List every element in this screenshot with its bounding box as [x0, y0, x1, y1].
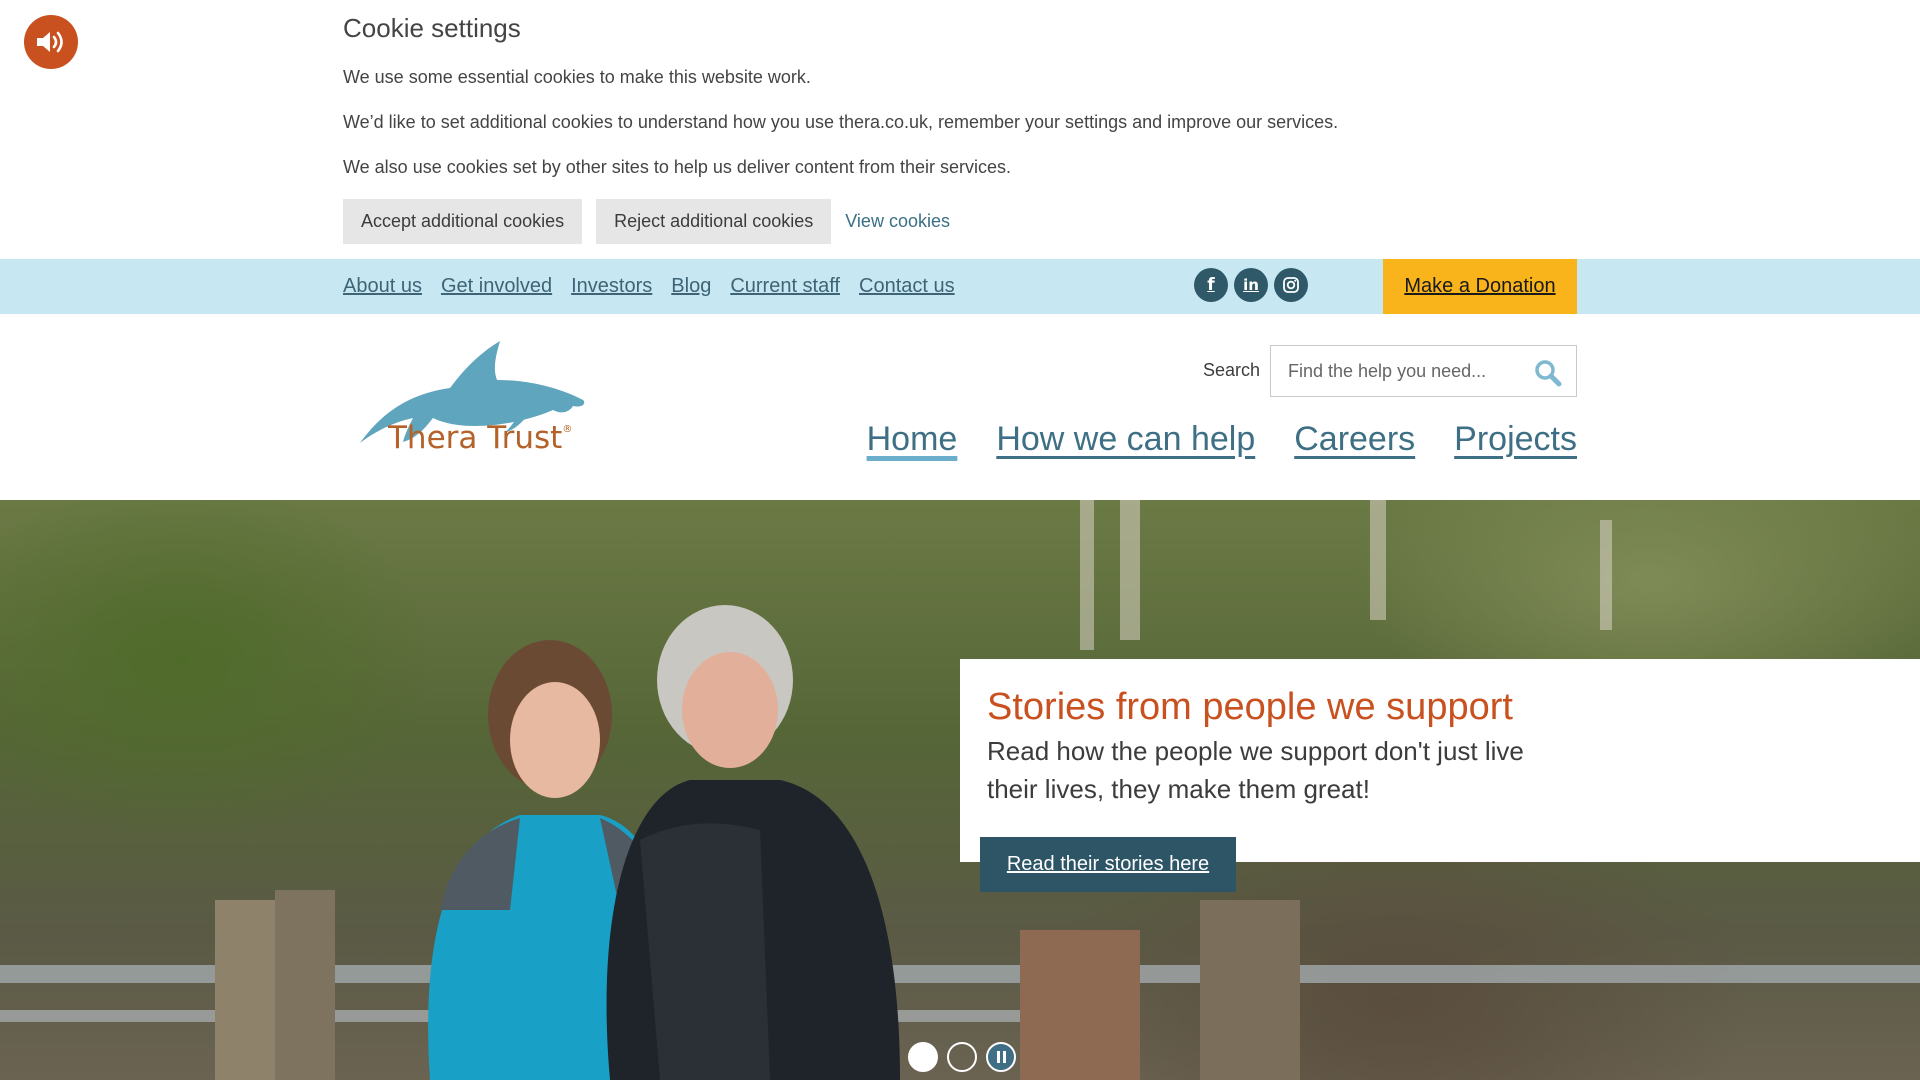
- nav-link-investors[interactable]: Investors: [571, 275, 652, 298]
- story-card: Stories from people we support Read how …: [960, 659, 1920, 862]
- cookie-title: Cookie settings: [343, 13, 521, 43]
- cookie-text-additional: We’d like to set additional cookies to u…: [343, 112, 1339, 132]
- search-input[interactable]: [1271, 346, 1511, 396]
- linkedin-icon[interactable]: in: [1234, 268, 1268, 302]
- search-icon[interactable]: [1534, 359, 1562, 387]
- nav-link-blog[interactable]: Blog: [671, 275, 711, 298]
- nav-link-contact-us[interactable]: Contact us: [859, 275, 955, 298]
- donate-button[interactable]: Make a Donation: [1383, 259, 1577, 314]
- hero-carousel: Stories from people we support Read how …: [0, 500, 1920, 1080]
- instagram-icon[interactable]: [1274, 268, 1308, 302]
- main-nav-home[interactable]: Home: [867, 420, 958, 459]
- carousel-dot-2[interactable]: [947, 1042, 977, 1072]
- main-nav-how-we-can-help[interactable]: How we can help: [996, 420, 1255, 459]
- facebook-icon[interactable]: f: [1194, 268, 1228, 302]
- carousel-dot-1[interactable]: [908, 1042, 938, 1072]
- carousel-controls: [908, 1042, 1016, 1072]
- social-links: f in: [1194, 268, 1308, 302]
- cookie-banner: Cookie settings We use some essential co…: [343, 12, 1593, 244]
- main-nav-careers[interactable]: Careers: [1294, 420, 1415, 459]
- accept-cookies-button[interactable]: Accept additional cookies: [343, 199, 583, 244]
- main-nav: Home How we can help Careers Projects: [867, 420, 1577, 459]
- pause-icon[interactable]: [986, 1042, 1016, 1072]
- logo-wordmark: Thera Trust®: [388, 420, 573, 456]
- read-aloud-button[interactable]: [24, 15, 78, 69]
- reject-cookies-button[interactable]: Reject additional cookies: [596, 199, 832, 244]
- search-label: Search: [1203, 360, 1261, 380]
- story-text: Read how the people we support don't jus…: [987, 736, 1524, 804]
- nav-link-get-involved[interactable]: Get involved: [441, 275, 552, 298]
- utility-nav: About us Get involved Investors Blog Cur…: [343, 259, 955, 314]
- search-box: [1270, 345, 1577, 397]
- read-stories-button[interactable]: Read their stories here: [980, 837, 1236, 892]
- cookie-text-essential: We use some essential cookies to make th…: [343, 67, 811, 87]
- view-cookies-link[interactable]: View cookies: [845, 211, 950, 232]
- speaker-volume-icon: [37, 31, 63, 53]
- story-title: Stories from people we support: [987, 686, 1513, 728]
- cookie-text-third-party: We also use cookies set by other sites t…: [343, 157, 1011, 177]
- nav-link-current-staff[interactable]: Current staff: [730, 275, 840, 298]
- utility-bar: About us Get involved Investors Blog Cur…: [0, 259, 1920, 314]
- main-nav-projects[interactable]: Projects: [1454, 420, 1577, 459]
- cookie-actions: Accept additional cookies Reject additio…: [343, 199, 1593, 244]
- nav-link-about-us[interactable]: About us: [343, 275, 422, 298]
